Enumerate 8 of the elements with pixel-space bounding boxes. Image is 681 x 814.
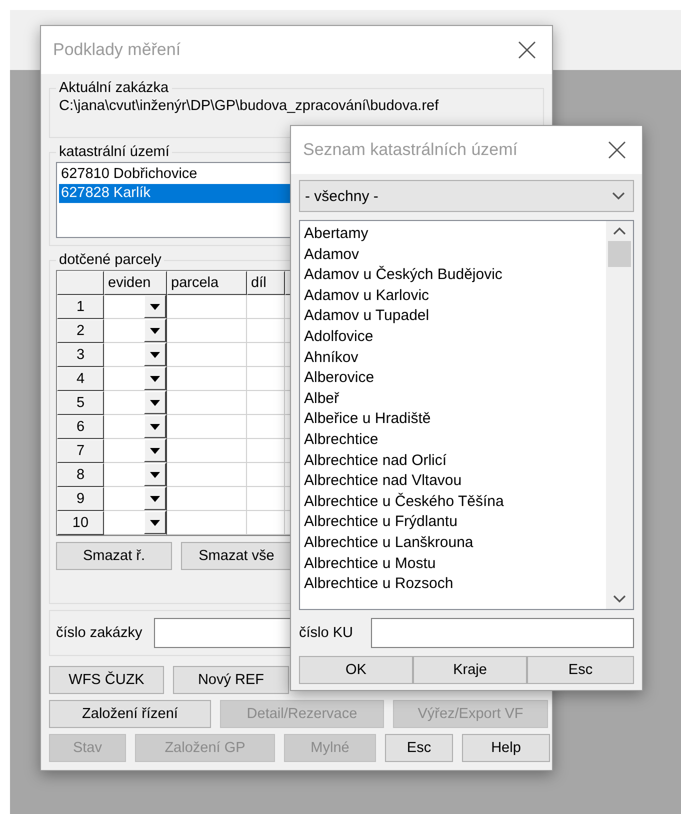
window-title: Podklady měření	[53, 40, 181, 60]
window-title: Seznam katastrálních území	[303, 140, 518, 160]
field-label: číslo KU	[299, 625, 353, 641]
file-path: C:\jana\cvut\inženýr\DP\GP\budova_zpracování\budova.ref	[58, 98, 440, 114]
group-label: Aktuální zakázka	[58, 80, 170, 96]
group-label: dotčené parcely	[58, 252, 162, 268]
field-label: číslo zakázky	[56, 625, 142, 641]
group-label: katastrální území	[58, 144, 170, 160]
